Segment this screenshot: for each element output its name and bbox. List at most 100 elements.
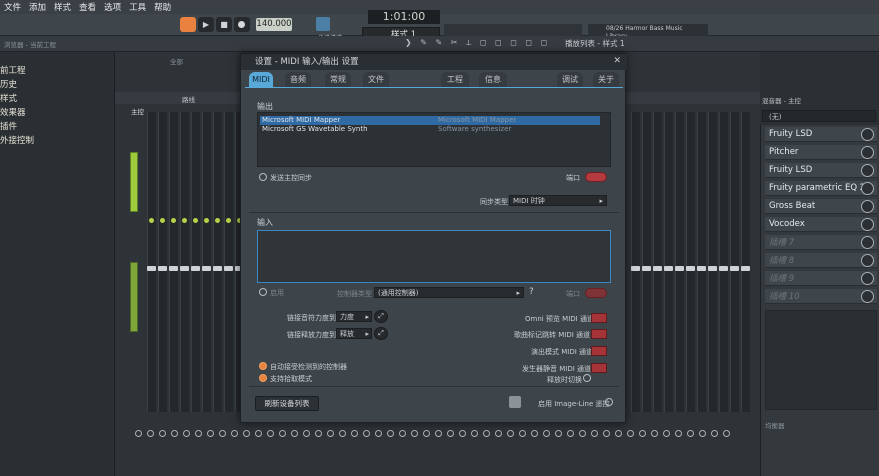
route-button[interactable] <box>699 430 706 437</box>
mixer-strip[interactable] <box>686 112 695 412</box>
mixer-strip[interactable] <box>719 112 728 412</box>
fader[interactable] <box>741 266 750 271</box>
plugin-slot-10[interactable]: 插槽 10 <box>765 289 877 304</box>
strip-led[interactable] <box>160 218 165 223</box>
route-button[interactable] <box>171 430 178 437</box>
tab-general[interactable]: 常规 <box>325 72 351 87</box>
fader[interactable] <box>169 266 178 271</box>
mix-knob[interactable] <box>861 164 874 177</box>
route-button[interactable] <box>627 430 634 437</box>
strip-led[interactable] <box>149 218 154 223</box>
fader[interactable] <box>631 266 640 271</box>
route-button[interactable] <box>651 430 658 437</box>
fader[interactable] <box>213 266 222 271</box>
tempo-display[interactable]: 140.000 <box>256 18 292 31</box>
input-port-toggle[interactable] <box>585 288 607 298</box>
mix-knob[interactable] <box>861 200 874 213</box>
record-button[interactable] <box>234 17 250 32</box>
plugin-slot-3[interactable]: Fruity LSD <box>765 163 877 178</box>
metronome-icon[interactable] <box>316 17 330 31</box>
route-button[interactable] <box>615 430 622 437</box>
fader[interactable] <box>719 266 728 271</box>
strip-led[interactable] <box>193 218 198 223</box>
fader[interactable] <box>191 266 200 271</box>
menu-add[interactable]: 添加 <box>25 1 50 13</box>
refresh-devices-button[interactable]: 刷新设备列表 <box>255 396 319 411</box>
mix-knob[interactable] <box>861 182 874 195</box>
mixer-strip[interactable] <box>169 112 178 412</box>
plugin-slot-9[interactable]: 插槽 9 <box>765 271 877 286</box>
browser-item-controllers[interactable]: 外接控制 <box>0 134 34 146</box>
route-button[interactable] <box>315 430 322 437</box>
fader[interactable] <box>664 266 673 271</box>
mixer-strip[interactable] <box>664 112 673 412</box>
tab-audio[interactable]: 音频 <box>285 72 311 87</box>
route-button[interactable] <box>423 430 430 437</box>
mix-knob[interactable] <box>861 146 874 159</box>
menu-help[interactable]: 帮助 <box>150 1 175 13</box>
route-button[interactable] <box>591 430 598 437</box>
route-button[interactable] <box>567 430 574 437</box>
fader[interactable] <box>642 266 651 271</box>
browser-item-history[interactable]: 历史 <box>0 78 17 90</box>
mixer-strip[interactable] <box>224 112 233 412</box>
mixer-strip[interactable] <box>631 112 640 412</box>
fader[interactable] <box>730 266 739 271</box>
strip-led[interactable] <box>226 218 231 223</box>
route-button[interactable] <box>387 430 394 437</box>
play-button[interactable]: ▶ <box>198 17 214 32</box>
mixer-strip[interactable] <box>708 112 717 412</box>
route-button[interactable] <box>375 430 382 437</box>
performance-channel[interactable] <box>591 346 607 356</box>
link-note-off-dropdown[interactable]: 释放 ▸ <box>336 328 372 339</box>
route-button[interactable] <box>327 430 334 437</box>
mixer-strip[interactable] <box>730 112 739 412</box>
tab-debug[interactable]: 调试 <box>557 72 583 87</box>
release-toggle-radio[interactable] <box>583 374 591 382</box>
mix-knob[interactable] <box>861 272 874 285</box>
route-button[interactable] <box>159 430 166 437</box>
route-button[interactable] <box>339 430 346 437</box>
strip-led[interactable] <box>204 218 209 223</box>
tab-file[interactable]: 文件 <box>363 72 389 87</box>
mix-knob[interactable] <box>861 128 874 141</box>
route-button[interactable] <box>603 430 610 437</box>
mixer-strip[interactable] <box>147 112 156 412</box>
strip-led[interactable] <box>182 218 187 223</box>
mixer-strip[interactable] <box>213 112 222 412</box>
browser-item-current-project[interactable]: 前工程 <box>0 64 26 76</box>
route-button[interactable] <box>639 430 646 437</box>
menu-patterns[interactable]: 样式 <box>50 1 75 13</box>
route-button[interactable] <box>207 430 214 437</box>
tab-info[interactable]: 信息 <box>479 72 507 87</box>
output-row[interactable]: Microsoft GS Wavetable Synth Software sy… <box>260 125 600 134</box>
close-icon[interactable]: ✕ <box>613 56 621 66</box>
route-button[interactable] <box>483 430 490 437</box>
pickup-radio[interactable] <box>259 374 267 382</box>
route-button[interactable] <box>459 430 466 437</box>
browser-item-patterns[interactable]: 样式 <box>0 92 17 104</box>
route-button[interactable] <box>495 430 502 437</box>
route-button[interactable] <box>267 430 274 437</box>
route-button[interactable] <box>687 430 694 437</box>
menu-file[interactable]: 文件 <box>0 1 25 13</box>
mixer-strip[interactable] <box>675 112 684 412</box>
route-button[interactable] <box>147 430 154 437</box>
route-button[interactable] <box>447 430 454 437</box>
help-icon[interactable]: ? <box>529 287 534 297</box>
fader[interactable] <box>675 266 684 271</box>
route-button[interactable] <box>243 430 250 437</box>
fader[interactable] <box>180 266 189 271</box>
plugin-slot-8[interactable]: 插槽 8 <box>765 253 877 268</box>
route-button[interactable] <box>303 430 310 437</box>
fader[interactable] <box>686 266 695 271</box>
mix-knob[interactable] <box>861 290 874 303</box>
menu-view[interactable]: 查看 <box>75 1 100 13</box>
route-button[interactable] <box>411 430 418 437</box>
browser-item-effects[interactable]: 效果器 <box>0 106 26 118</box>
pat-song-toggle[interactable] <box>180 17 196 32</box>
route-button[interactable] <box>543 430 550 437</box>
mix-knob[interactable] <box>861 254 874 267</box>
route-button[interactable] <box>135 430 142 437</box>
mixer-input-select[interactable]: (无) <box>762 110 876 122</box>
